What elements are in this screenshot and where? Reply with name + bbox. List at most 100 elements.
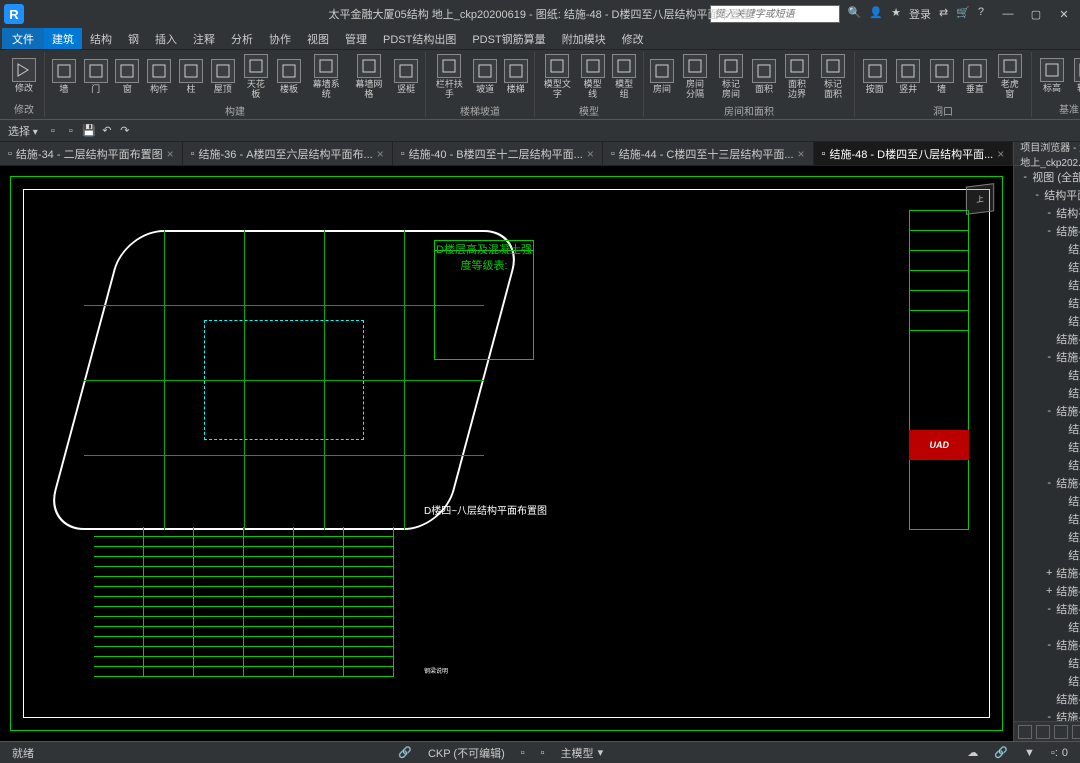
ribbon-btn-天花板[interactable]: 天花板 [240, 52, 273, 102]
tree-item[interactable]: 结施-9层 - A屋顶 [1016, 690, 1080, 708]
workset-icon[interactable]: 🔗 [394, 746, 416, 759]
user-icon[interactable]: 👤 [869, 6, 883, 22]
tree-item[interactable]: 结施-2层 竖向构件47# [1016, 384, 1080, 402]
maximize-button[interactable]: ▢ [1024, 5, 1048, 23]
tree-item[interactable]: 结施-3层 - 连廊 [1016, 456, 1080, 474]
doc-tab[interactable]: ▫结施-48 - D楼四至八层结构平面...× [814, 142, 1014, 165]
doc-tab[interactable]: ▫结施-44 - C楼四至十三层结构平面...× [603, 142, 814, 165]
tree-item[interactable]: 结施-9层 - A [1016, 654, 1080, 672]
menu-注释[interactable]: 注释 [185, 28, 223, 49]
tree-root[interactable]: -视图 (全部) [1016, 168, 1080, 186]
tree-item[interactable]: +结施-7层 [1016, 582, 1080, 600]
tree-item[interactable]: 结施-2层 竖向构件46# [1016, 366, 1080, 384]
ribbon-btn-面积边界[interactable]: 面积边界 [780, 52, 814, 102]
ribbon-btn-竖井[interactable]: 竖井 [892, 57, 923, 97]
ribbon-btn-坡道[interactable]: 坡道 [471, 57, 500, 97]
link-icon[interactable]: 🔗 [990, 746, 1012, 759]
qa-save-icon[interactable]: 💾 [82, 124, 96, 138]
ribbon-btn-墙[interactable]: 墙 [926, 57, 957, 97]
tree-item[interactable]: 结施-2层 - 46# [1016, 240, 1080, 258]
menu-PDST钢筋算量[interactable]: PDST钢筋算量 [464, 28, 553, 49]
qa-undo-icon[interactable]: ↶ [100, 124, 114, 138]
ribbon-btn-构件[interactable]: 构件 [144, 57, 174, 97]
ribbon-btn-模型线[interactable]: 模型线 [578, 52, 608, 102]
ribbon-btn-栏杆扶手[interactable]: 栏杆扶手 [430, 52, 469, 102]
tree-item[interactable]: 结施-3层 - 47# [1016, 438, 1080, 456]
model-dropdown[interactable]: 主模型 ▾ [557, 745, 608, 761]
file-menu[interactable]: 文件 [2, 28, 44, 49]
menu-插入[interactable]: 插入 [147, 28, 185, 49]
qa-icon-2[interactable]: ▫ [64, 124, 78, 138]
workset-label[interactable]: CKP (不可编辑) [424, 745, 509, 761]
ribbon-btn-标记面积[interactable]: 标记面积 [816, 52, 850, 102]
tree-item[interactable]: -结施-8层 [1016, 600, 1080, 618]
menu-管理[interactable]: 管理 [337, 28, 375, 49]
ribbon-btn-按面[interactable]: 按面 [859, 57, 890, 97]
menu-视图[interactable]: 视图 [299, 28, 337, 49]
ribbon-btn-面积[interactable]: 面积 [750, 57, 778, 97]
status-icon[interactable]: ▫ [517, 747, 529, 759]
help-icon[interactable]: ? [978, 6, 984, 22]
qa-icon-1[interactable]: ▫ [46, 124, 60, 138]
star-icon[interactable]: ★ [891, 6, 901, 22]
menu-钢[interactable]: 钢 [120, 28, 147, 49]
ribbon-btn-楼梯[interactable]: 楼梯 [501, 57, 530, 97]
status-icon[interactable]: ▫ [537, 747, 549, 759]
tree-item[interactable]: 结施-2层 竖向构件 [1016, 330, 1080, 348]
tree-item[interactable]: 结施-4层 - A [1016, 492, 1080, 510]
exchange-icon[interactable]: ⇄ [939, 6, 948, 22]
footer-icon[interactable] [1072, 725, 1080, 739]
close-button[interactable]: ✕ [1052, 5, 1076, 23]
tree-item[interactable]: 结施-2层 - 连廊A [1016, 294, 1080, 312]
ribbon-btn-垂直[interactable]: 垂直 [959, 57, 990, 97]
ribbon-btn-屋顶[interactable]: 屋顶 [208, 57, 238, 97]
ribbon-btn-门[interactable]: 门 [81, 57, 111, 97]
ribbon-btn-幕墙系统[interactable]: 幕墙系统 [306, 52, 347, 102]
tab-close-icon[interactable]: × [377, 147, 384, 161]
select-dropdown[interactable]: 选择 ▾ [4, 123, 42, 139]
cart-icon[interactable]: 🛒 [956, 6, 970, 22]
ribbon-btn-标记房间[interactable]: 标记房间 [714, 52, 748, 102]
tab-close-icon[interactable]: × [997, 147, 1004, 161]
menu-结构[interactable]: 结构 [82, 28, 120, 49]
ribbon-btn-轴网[interactable]: 轴网 [1070, 56, 1080, 96]
ribbon-btn-模型组[interactable]: 模型组 [609, 52, 639, 102]
ribbon-btn-标高[interactable]: 标高 [1036, 56, 1068, 96]
ribbon-btn-楼板[interactable]: 楼板 [274, 57, 304, 97]
tab-close-icon[interactable]: × [167, 147, 174, 161]
footer-icon[interactable] [1036, 725, 1050, 739]
tree-item[interactable]: -结施-10层 [1016, 708, 1080, 721]
tree-item[interactable]: -结施-2层 [1016, 222, 1080, 240]
ribbon-btn-竖梃[interactable]: 竖梃 [391, 57, 421, 97]
menu-附加模块[interactable]: 附加模块 [554, 28, 614, 49]
tree-item[interactable]: -结施-2层 - 竖向构件ckp [1016, 348, 1080, 366]
tree-item[interactable]: -结施-4层 [1016, 474, 1080, 492]
tree-item[interactable]: 结施-2层 - 连廊B [1016, 312, 1080, 330]
minimize-button[interactable]: — [996, 5, 1020, 23]
doc-tab[interactable]: ▫结施-36 - A楼四至六层结构平面布...× [183, 142, 393, 165]
tree-item[interactable]: 结施-9层 - D [1016, 672, 1080, 690]
ribbon-btn-墙[interactable]: 墙 [49, 57, 79, 97]
menu-建筑[interactable]: 建筑 [44, 28, 82, 49]
tree-item[interactable]: 结施-8层 - A [1016, 618, 1080, 636]
tree-item[interactable]: 结施-2层 - 47# [1016, 258, 1080, 276]
menu-PDST结构出图[interactable]: PDST结构出图 [375, 28, 464, 49]
tree-item[interactable]: 结施-4层 - B [1016, 510, 1080, 528]
search-icon[interactable]: 🔍 [848, 6, 862, 22]
tree-item[interactable]: 结施-3层 - 46# [1016, 420, 1080, 438]
status-count[interactable]: ▫:0 [1047, 747, 1072, 759]
ribbon-btn-房间分隔[interactable]: 房间分隔 [678, 52, 712, 102]
menu-协作[interactable]: 协作 [261, 28, 299, 49]
ribbon-btn-柱[interactable]: 柱 [176, 57, 206, 97]
menu-分析[interactable]: 分析 [223, 28, 261, 49]
cloud-icon[interactable]: ☁ [963, 746, 982, 759]
ribbon-btn-幕墙网格[interactable]: 幕墙网格 [349, 52, 390, 102]
login-label[interactable]: 登录 [909, 6, 931, 22]
tab-close-icon[interactable]: × [587, 147, 594, 161]
ribbon-btn-老虎窗[interactable]: 老虎窗 [993, 52, 1027, 102]
tree-item[interactable]: -结施-3层 [1016, 402, 1080, 420]
tree-item[interactable]: +结施-5层 [1016, 564, 1080, 582]
doc-tab[interactable]: ▫结施-40 - B楼四至十二层结构平面...× [393, 142, 603, 165]
footer-icon[interactable] [1018, 725, 1032, 739]
tree-item[interactable]: 结施-4层 - C [1016, 528, 1080, 546]
